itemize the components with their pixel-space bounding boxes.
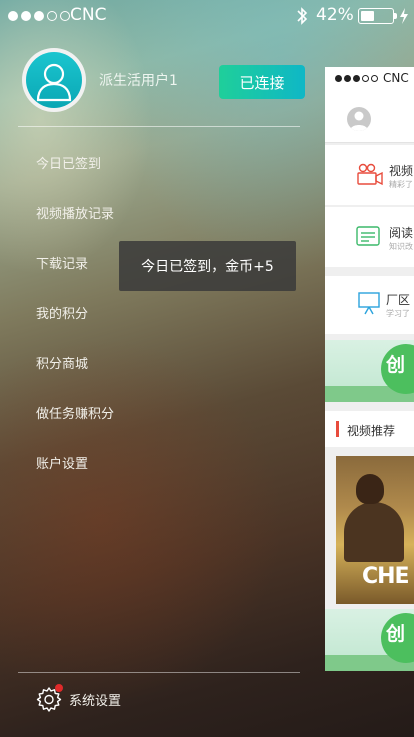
menu-item-checkin[interactable]: 今日已签到 bbox=[36, 153, 101, 172]
reading-card-icon bbox=[355, 224, 381, 252]
system-settings-label[interactable]: 系统设置 bbox=[69, 690, 121, 709]
battery-percent: 42% bbox=[316, 5, 354, 25]
menu-item-video-history[interactable]: 视频播放记录 bbox=[36, 203, 114, 222]
section-header: 视频推荐 bbox=[325, 411, 414, 447]
row-subtitle: 知识改 bbox=[389, 242, 413, 251]
signal-strength-icon bbox=[335, 75, 378, 82]
row-title: 厂区 bbox=[386, 293, 411, 307]
video-poster[interactable]: CHE bbox=[336, 456, 414, 604]
list-item[interactable]: 阅读 知识改 bbox=[325, 207, 414, 267]
bluetooth-icon bbox=[295, 6, 309, 31]
charging-icon bbox=[399, 6, 409, 31]
promo-banner[interactable]: 创 bbox=[325, 609, 414, 671]
list-item[interactable]: 视频 精彩了 bbox=[325, 145, 414, 205]
row-subtitle: 精彩了 bbox=[389, 180, 413, 189]
poster-figure bbox=[344, 502, 404, 562]
menu-item-downloads[interactable]: 下载记录 bbox=[36, 253, 88, 272]
divider bbox=[18, 672, 300, 673]
carrier-name: CNC bbox=[70, 5, 107, 25]
presentation-icon bbox=[357, 290, 381, 320]
checkin-toast: 今日已签到，金币+5 bbox=[119, 241, 296, 291]
divider bbox=[18, 126, 300, 127]
panel-carrier: CNC bbox=[383, 71, 409, 85]
row-title: 阅读 bbox=[389, 226, 414, 240]
poster-title: CHE bbox=[362, 564, 410, 589]
username: 派生活用户1 bbox=[99, 73, 178, 89]
list-item[interactable]: 厂区 学习了 bbox=[325, 276, 414, 334]
section-title: 视频推荐 bbox=[347, 424, 396, 438]
avatar[interactable] bbox=[22, 48, 86, 112]
user-icon bbox=[26, 52, 82, 108]
row-title: 视频 bbox=[389, 164, 414, 178]
avatar[interactable] bbox=[347, 107, 371, 131]
video-camera-icon bbox=[355, 163, 385, 191]
menu-item-points-mall[interactable]: 积分商城 bbox=[36, 353, 88, 372]
promo-banner[interactable]: 创 bbox=[325, 340, 414, 402]
notification-badge bbox=[55, 684, 63, 692]
main-content-panel[interactable]: CNC 视频 精彩了 阅读 知识改 厂区 学习了 创 视频推荐 CHE 创 bbox=[325, 67, 414, 671]
signal-strength-icon bbox=[8, 11, 70, 21]
menu-item-tasks[interactable]: 做任务赚积分 bbox=[36, 403, 114, 422]
banner-text: 创 bbox=[386, 623, 406, 645]
status-bar: CNC 42% bbox=[0, 0, 414, 32]
poster-figure-head bbox=[356, 474, 384, 504]
section-marker bbox=[336, 421, 339, 437]
panel-header bbox=[325, 91, 414, 143]
battery-fill bbox=[361, 11, 374, 21]
row-subtitle: 学习了 bbox=[386, 309, 410, 318]
connect-button[interactable]: 已连接 bbox=[219, 65, 305, 99]
battery-icon bbox=[358, 8, 394, 24]
menu-item-account-settings[interactable]: 账户设置 bbox=[36, 453, 88, 472]
banner-text: 创 bbox=[386, 354, 406, 376]
battery-tip bbox=[394, 13, 397, 19]
panel-status-bar: CNC bbox=[325, 67, 414, 91]
menu-item-my-points[interactable]: 我的积分 bbox=[36, 303, 88, 322]
